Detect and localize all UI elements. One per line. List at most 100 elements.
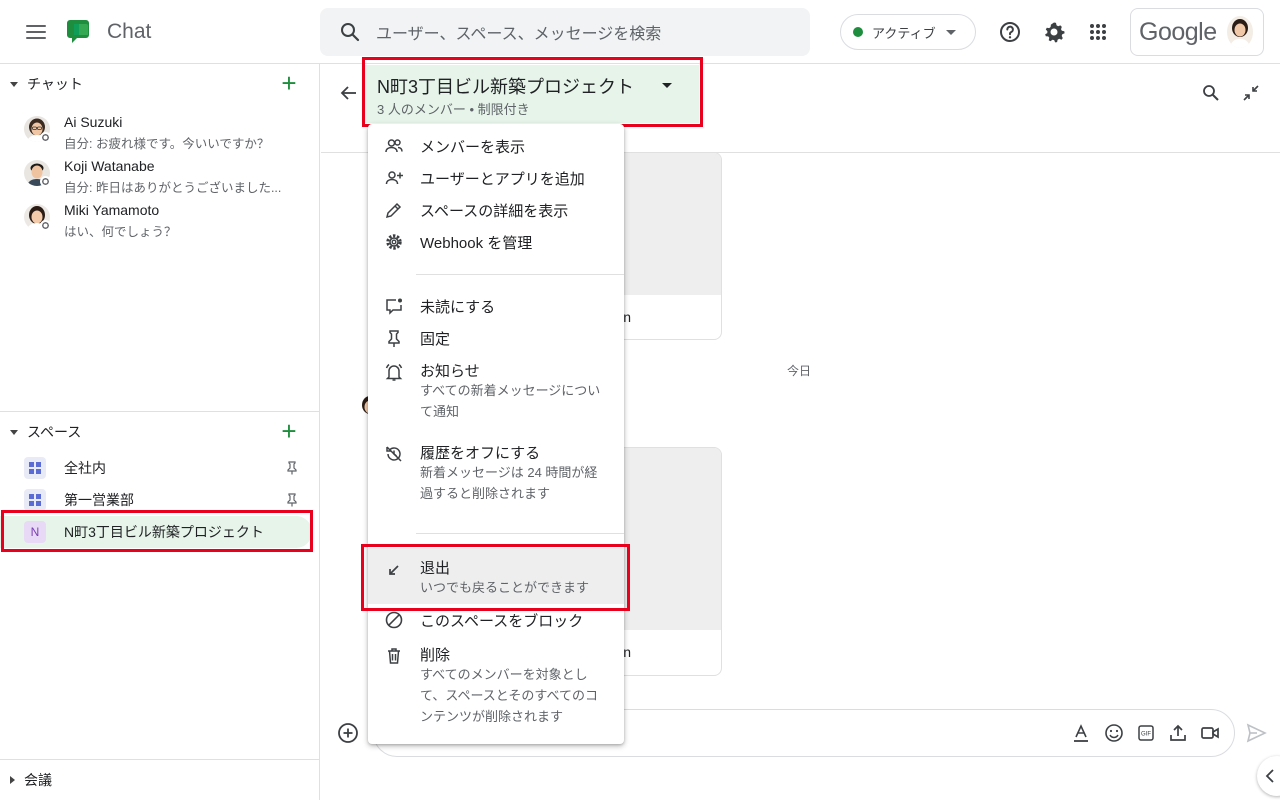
dm-item-koji-watanabe[interactable]: Koji Watanabe 自分: 昨日はありがとうございました... xyxy=(0,152,320,196)
dm-item-ai-suzuki[interactable]: Ai Suzuki 自分: お疲れ様です。今いいですか？ xyxy=(0,108,320,152)
space-grid-icon xyxy=(24,489,46,511)
menu-label: 履歴をオフにする xyxy=(420,445,541,462)
menu-separator xyxy=(416,533,624,534)
pencil-icon xyxy=(384,200,404,220)
search-bar[interactable]: ユーザー、スペース、メッセージを検索 xyxy=(320,8,810,56)
menu-item-pin[interactable]: 固定 xyxy=(368,326,624,358)
menu-label: メンバーを表示 xyxy=(420,139,526,156)
space-options-menu: メンバーを表示 ユーザーとアプリを追加 スペースの詳細を表示 Webhook を… xyxy=(368,124,624,744)
status-label: アクティブ xyxy=(872,25,936,41)
upload-icon[interactable] xyxy=(1168,723,1188,743)
expand-triangle-icon xyxy=(10,776,15,784)
card-text: n xyxy=(623,309,631,325)
pin-icon[interactable] xyxy=(286,493,298,507)
menu-item-notifications[interactable]: お知らせ すべての新着メッセージについて通知 xyxy=(368,358,624,428)
collapse-icon[interactable] xyxy=(1241,83,1261,103)
main-menu-button[interactable] xyxy=(20,20,52,44)
menu-item-delete[interactable]: 削除 すべてのメンバーを対象として、スペースとそのすべてのコンテンツが削除されま… xyxy=(368,642,624,734)
add-person-icon xyxy=(384,168,404,188)
menu-description: すべてのメンバーを対象として、スペースとそのすべてのコンテンツが削除されます xyxy=(420,667,598,724)
account-avatar xyxy=(1226,16,1253,48)
menu-separator xyxy=(416,274,624,275)
collapse-triangle-icon xyxy=(10,429,18,435)
menu-label: ユーザーとアプリを追加 xyxy=(420,171,585,188)
dm-preview: 自分: 昨日はありがとうございました... xyxy=(64,181,282,195)
meetings-section-header[interactable]: 会議 xyxy=(0,760,320,800)
people-icon xyxy=(384,136,404,156)
caret-down-icon xyxy=(945,29,956,35)
block-icon xyxy=(384,610,404,630)
highlight-callout-sidebar xyxy=(1,510,313,552)
video-meeting-icon[interactable] xyxy=(1200,723,1220,743)
menu-item-space-details[interactable]: スペースの詳細を表示 xyxy=(368,198,624,230)
search-placeholder: ユーザー、スペース、メッセージを検索 xyxy=(376,26,662,43)
menu-label: 未読にする xyxy=(420,299,496,316)
menu-label: 固定 xyxy=(420,331,451,348)
space-name: 全社内 xyxy=(64,460,106,476)
help-icon[interactable] xyxy=(998,20,1022,44)
new-space-plus-icon[interactable]: + xyxy=(278,418,300,444)
chat-logo-icon xyxy=(66,18,94,46)
active-dot-icon xyxy=(853,27,863,37)
dm-name: Ai Suzuki xyxy=(64,114,123,130)
menu-label: Webhook を管理 xyxy=(420,235,533,252)
space-grid-icon xyxy=(24,457,46,479)
space-item-zenshanai[interactable]: 全社内 xyxy=(0,452,312,484)
svg-text:GIF: GIF xyxy=(1141,732,1151,738)
dm-preview: はい、何でしょう？ xyxy=(64,225,177,239)
menu-description: 新着メッセージは 24 時間が経過すると削除されます xyxy=(420,465,598,501)
menu-item-add-people[interactable]: ユーザーとアプリを追加 xyxy=(368,166,624,198)
card-text: n xyxy=(623,644,631,660)
back-arrow-icon[interactable] xyxy=(339,83,359,103)
pin-icon[interactable] xyxy=(286,461,298,475)
dm-item-miki-yamamoto[interactable]: Miki Yamamoto はい、何でしょう？ xyxy=(0,196,320,240)
menu-item-manage-webhooks[interactable]: Webhook を管理 xyxy=(368,230,624,262)
search-icon xyxy=(338,20,362,44)
gear-icon xyxy=(384,232,404,252)
spaces-section-label: スペース xyxy=(27,424,82,440)
mark-unread-icon xyxy=(384,296,404,316)
status-dropdown[interactable]: アクティブ xyxy=(840,14,976,50)
meetings-section-label: 会議 xyxy=(24,772,52,788)
space-name: 第一営業部 xyxy=(64,492,134,508)
menu-item-history-off[interactable]: 履歴をオフにする 新着メッセージは 24 時間が経過すると削除されます xyxy=(368,440,624,510)
account-area[interactable]: Google xyxy=(1130,8,1264,56)
sidebar: チャット + Ai Suzuki 自分: お疲れ様です。今いいですか？ Koji… xyxy=(0,64,320,800)
dm-name: Miki Yamamoto xyxy=(64,202,160,218)
menu-item-mark-unread[interactable]: 未読にする xyxy=(368,294,624,326)
settings-gear-icon[interactable] xyxy=(1042,20,1066,44)
top-bar: Chat ユーザー、スペース、メッセージを検索 アクティブ Google xyxy=(0,0,1280,64)
hamburger-line xyxy=(26,37,46,39)
search-icon[interactable] xyxy=(1201,83,1221,103)
dm-name: Koji Watanabe xyxy=(64,158,155,174)
menu-item-view-members[interactable]: メンバーを表示 xyxy=(368,134,624,166)
app-name: Chat xyxy=(107,20,152,43)
chat-section-label: チャット xyxy=(27,76,83,92)
collapse-triangle-icon xyxy=(10,81,18,87)
new-chat-plus-icon[interactable]: + xyxy=(278,70,300,96)
chat-section-header[interactable]: チャット + xyxy=(0,64,320,104)
presence-indicator xyxy=(40,132,51,143)
menu-description: すべての新着メッセージについて通知 xyxy=(420,383,601,419)
menu-label: スペースの詳細を表示 xyxy=(420,203,569,220)
bell-icon xyxy=(384,362,404,382)
dm-preview: 自分: お疲れ様です。今いいですか？ xyxy=(64,137,270,151)
history-off-icon xyxy=(384,444,404,464)
menu-label: 削除 xyxy=(420,647,451,664)
side-panel-toggle-button[interactable] xyxy=(1257,756,1280,796)
menu-label: このスペースをブロック xyxy=(420,613,584,630)
send-icon[interactable] xyxy=(1245,722,1267,744)
google-logo: Google xyxy=(1139,17,1217,46)
pin-icon xyxy=(384,328,404,348)
spaces-section-header[interactable]: スペース + xyxy=(0,412,320,452)
emoji-icon[interactable] xyxy=(1104,723,1124,743)
highlight-callout-leave xyxy=(361,544,630,611)
apps-grid-icon[interactable] xyxy=(1086,20,1110,44)
add-circle-icon[interactable] xyxy=(337,722,359,744)
trash-icon xyxy=(384,646,404,666)
date-divider: 今日 xyxy=(787,364,812,378)
gif-icon[interactable]: GIF xyxy=(1136,723,1156,743)
format-text-icon[interactable] xyxy=(1071,723,1091,743)
highlight-callout-title xyxy=(362,57,703,127)
presence-indicator xyxy=(40,220,51,231)
